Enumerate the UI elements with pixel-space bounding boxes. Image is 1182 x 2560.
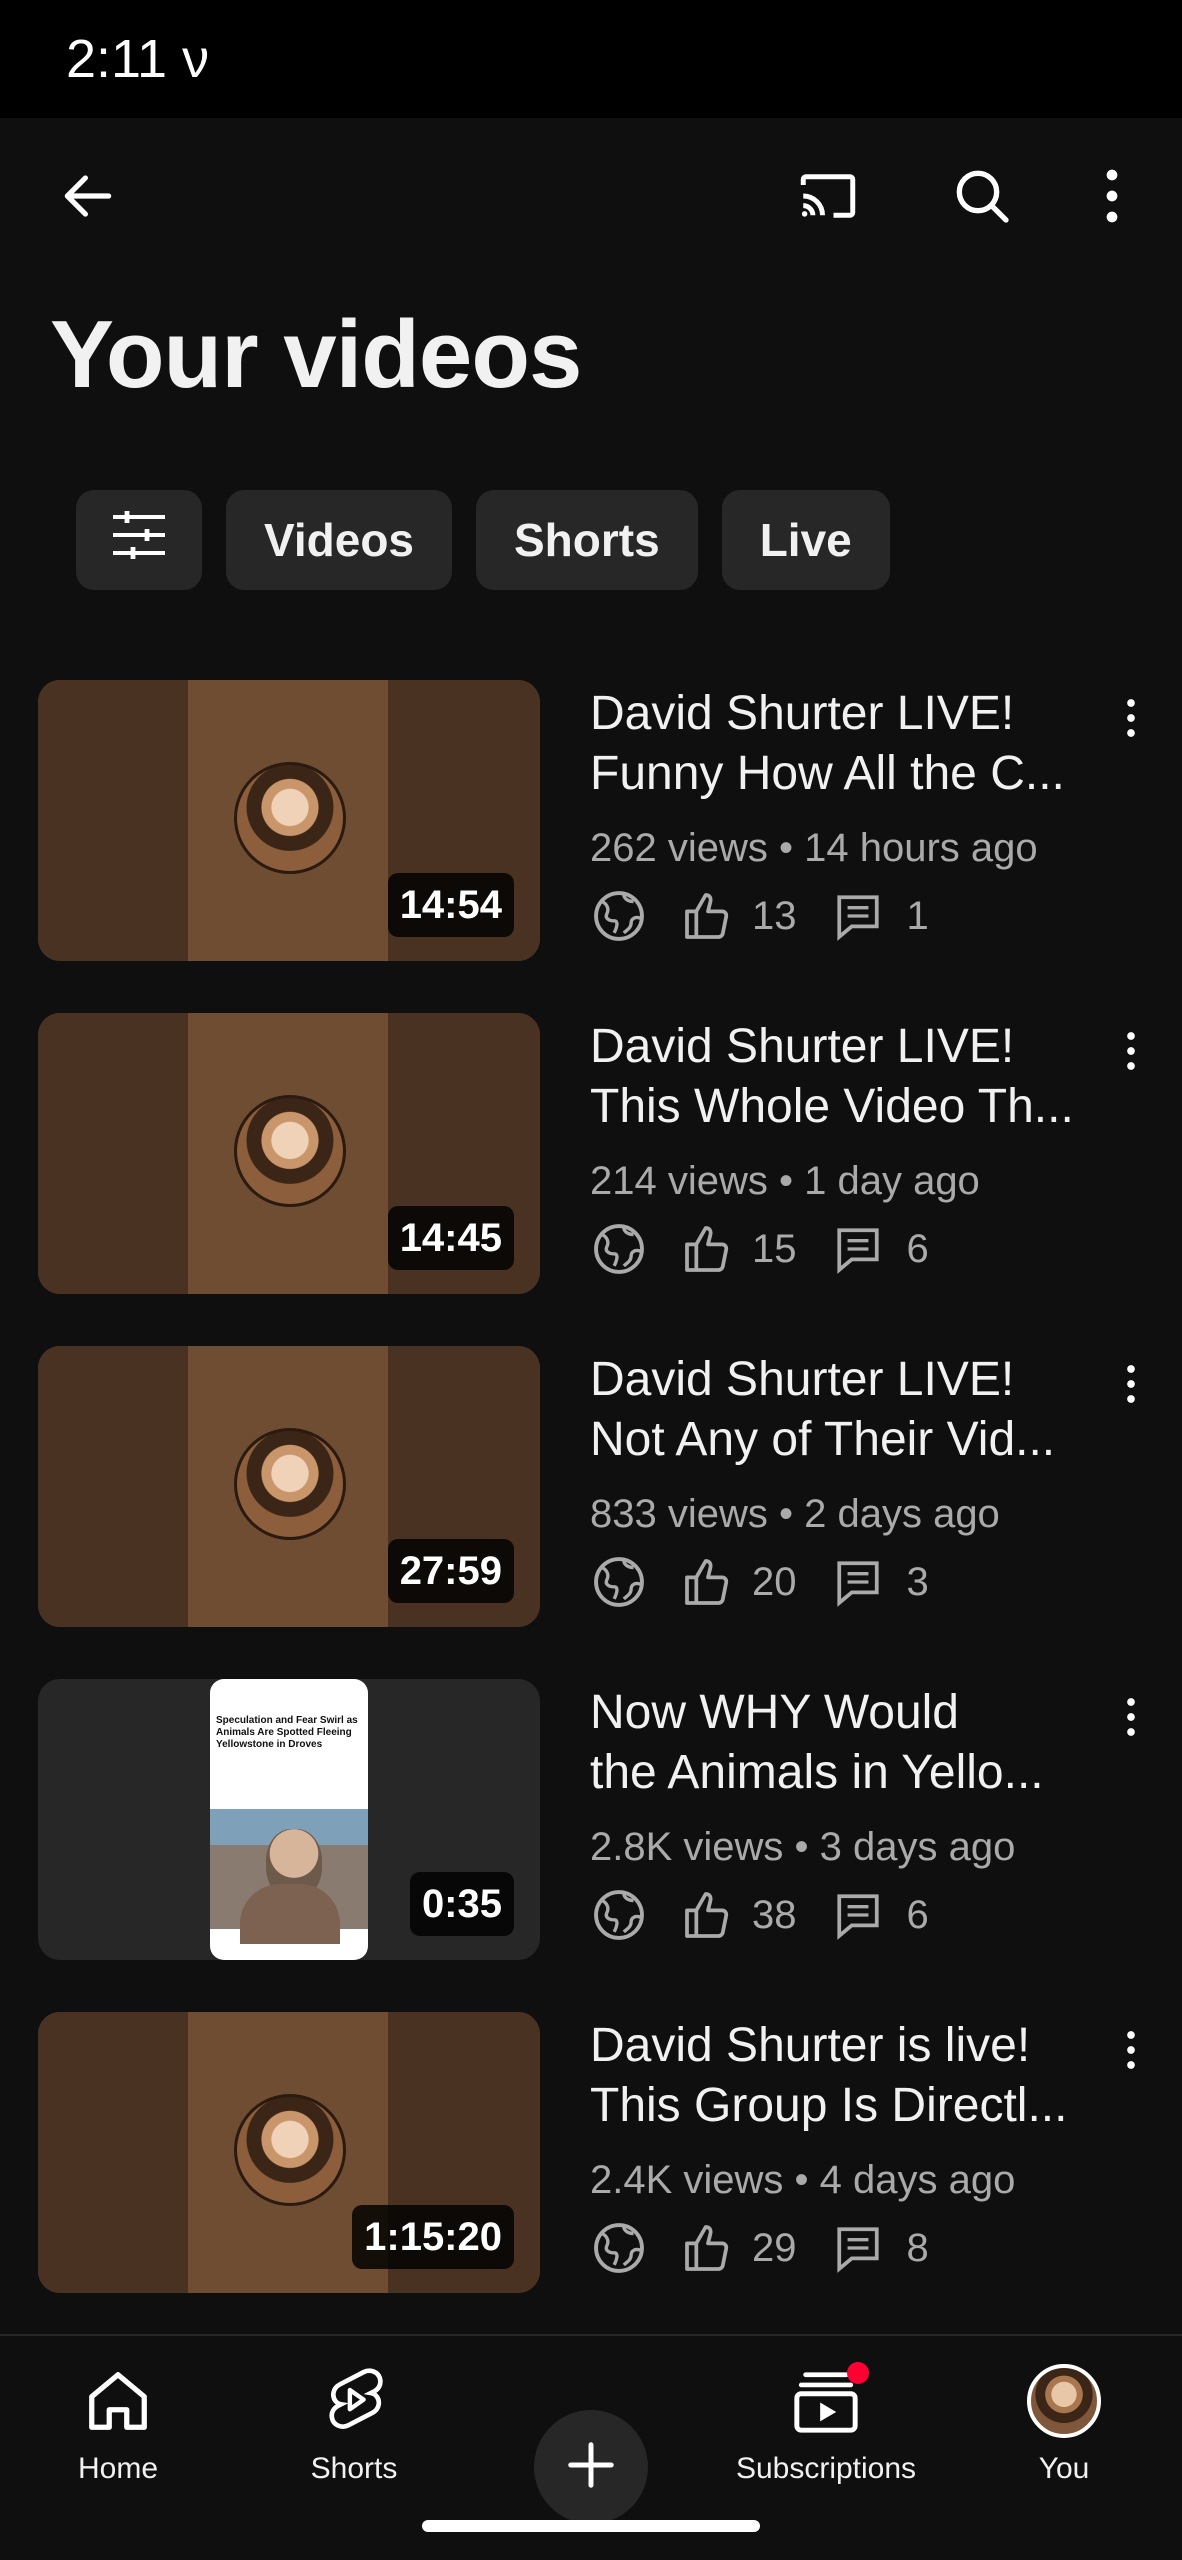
duration-badge: 27:59: [387, 1539, 514, 1603]
video-item[interactable]: 27:59 David Shurter LIVE! Not Any of The…: [0, 1344, 1182, 1677]
video-title[interactable]: David Shurter LIVE! This Whole Video Th.…: [590, 1017, 1110, 1137]
video-stats: 20 3: [590, 1554, 929, 1610]
presenter-avatar: [234, 762, 346, 874]
video-thumbnail[interactable]: 14:54: [38, 680, 540, 961]
video-title[interactable]: David Shurter is live! This Group Is Dir…: [590, 2016, 1110, 2136]
chip-live[interactable]: Live: [721, 490, 890, 590]
duration-badge: 0:35: [409, 1872, 514, 1936]
video-more-icon[interactable]: [1114, 688, 1148, 748]
status-bar: 2:11 ν: [0, 0, 1182, 118]
filter-tune-button[interactable]: [76, 490, 202, 590]
video-title[interactable]: Now WHY Would the Animals in Yello...: [590, 1683, 1110, 1803]
video-meta: 214 views • 1 day ago: [590, 1159, 980, 1203]
video-meta: 833 views • 2 days ago: [590, 1492, 1000, 1536]
screen: 2:11 ν Your videos Videos Shorts Live 14…: [0, 0, 1182, 2560]
nav-subscriptions[interactable]: Subscriptions: [716, 2356, 936, 2506]
comment-icon: [833, 1557, 883, 1607]
globe-icon: [590, 1886, 648, 1944]
likes-count: 29: [752, 2225, 797, 2270]
subscriptions-icon: [791, 2356, 869, 2446]
video-stats: 38 6: [590, 1887, 929, 1943]
comment-icon: [833, 1224, 883, 1274]
presenter-avatar: [234, 1095, 346, 1207]
comment-icon: [833, 891, 883, 941]
video-more-icon[interactable]: [1114, 1687, 1148, 1747]
duration-badge: 14:45: [387, 1206, 514, 1270]
globe-icon: [590, 2219, 648, 2277]
duration-badge: 1:15:20: [352, 2205, 514, 2269]
create-button[interactable]: [534, 2410, 648, 2524]
video-stats: 13 1: [590, 888, 929, 944]
video-list: 14:54 David Shurter LIVE! Funny How All …: [0, 678, 1182, 2343]
video-stats: 29 8: [590, 2220, 929, 2276]
video-meta: 2.4K views • 4 days ago: [590, 2158, 1016, 2202]
cast-icon[interactable]: [786, 154, 870, 238]
thumbs-up-icon: [680, 888, 736, 944]
you-avatar: [1027, 2364, 1101, 2438]
comments-count: 6: [906, 1226, 929, 1271]
likes-count: 38: [752, 1892, 797, 1937]
notification-badge-dot: [847, 2362, 869, 2384]
more-vert-icon[interactable]: [1080, 154, 1144, 238]
nav-you[interactable]: You: [954, 2356, 1174, 2506]
video-thumbnail[interactable]: 14:45: [38, 1013, 540, 1294]
video-more-icon[interactable]: [1114, 1354, 1148, 1414]
nav-shorts[interactable]: Shorts: [244, 2356, 464, 2506]
likes-count: 20: [752, 1559, 797, 1604]
nav-subscriptions-label: Subscriptions: [735, 2452, 917, 2485]
home-icon: [83, 2356, 153, 2446]
comments-count: 8: [906, 2225, 929, 2270]
globe-icon: [590, 1553, 648, 1611]
video-meta: 262 views • 14 hours ago: [590, 826, 1038, 870]
shorts-icon: [321, 2356, 387, 2446]
video-item[interactable]: 1:15:20 David Shurter is live! This Grou…: [0, 2010, 1182, 2343]
nav-home[interactable]: Home: [8, 2356, 228, 2506]
video-title[interactable]: David Shurter LIVE! Not Any of Their Vid…: [590, 1350, 1110, 1470]
duration-badge: 14:54: [387, 873, 514, 937]
nav-shorts-label: Shorts: [310, 2452, 398, 2485]
video-item[interactable]: 14:45 David Shurter LIVE! This Whole Vid…: [0, 1011, 1182, 1344]
comment-icon: [833, 2223, 883, 2273]
thumbs-up-icon: [680, 1221, 736, 1277]
page-title: Your videos: [50, 301, 582, 408]
comment-icon: [833, 1890, 883, 1940]
comments-count: 6: [906, 1892, 929, 1937]
video-more-icon[interactable]: [1114, 2020, 1148, 2080]
video-stats: 15 6: [590, 1221, 929, 1277]
chip-shorts[interactable]: Shorts: [476, 490, 698, 590]
back-arrow-icon[interactable]: [46, 154, 130, 238]
nav-home-label: Home: [77, 2452, 159, 2485]
chip-videos[interactable]: Videos: [226, 490, 452, 590]
home-indicator[interactable]: [422, 2520, 760, 2532]
video-title[interactable]: David Shurter LIVE! Funny How All the C.…: [590, 684, 1110, 804]
presenter-avatar: [234, 2094, 346, 2206]
search-icon[interactable]: [940, 154, 1024, 238]
top-app-bar: [0, 118, 1182, 268]
globe-icon: [590, 887, 648, 945]
video-thumbnail[interactable]: Speculation and Fear Swirl as Animals Ar…: [38, 1679, 540, 1960]
video-item[interactable]: Speculation and Fear Swirl as Animals Ar…: [0, 1677, 1182, 2010]
video-thumbnail[interactable]: 1:15:20: [38, 2012, 540, 2293]
nav-you-label: You: [1038, 2452, 1090, 2485]
comments-count: 1: [906, 893, 929, 938]
short-preview-headline: Speculation and Fear Swirl as Animals Ar…: [216, 1715, 358, 1750]
tune-icon: [109, 509, 169, 572]
thumbs-up-icon: [680, 1554, 736, 1610]
comments-count: 3: [906, 1559, 929, 1604]
likes-count: 15: [752, 1226, 797, 1271]
short-preview: Speculation and Fear Swirl as Animals Ar…: [210, 1679, 368, 1960]
status-time: 2:11 ν: [66, 29, 210, 89]
video-more-icon[interactable]: [1114, 1021, 1148, 1081]
create-plus-icon: [564, 2438, 618, 2497]
video-meta: 2.8K views • 3 days ago: [590, 1825, 1016, 1869]
video-thumbnail[interactable]: 27:59: [38, 1346, 540, 1627]
you-avatar-container: [1027, 2356, 1101, 2446]
presenter-avatar: [234, 1428, 346, 1540]
thumbs-up-icon: [680, 1887, 736, 1943]
globe-icon: [590, 1220, 648, 1278]
filter-chips: Videos Shorts Live: [76, 490, 890, 590]
video-item[interactable]: 14:54 David Shurter LIVE! Funny How All …: [0, 678, 1182, 1011]
thumbs-up-icon: [680, 2220, 736, 2276]
likes-count: 13: [752, 893, 797, 938]
